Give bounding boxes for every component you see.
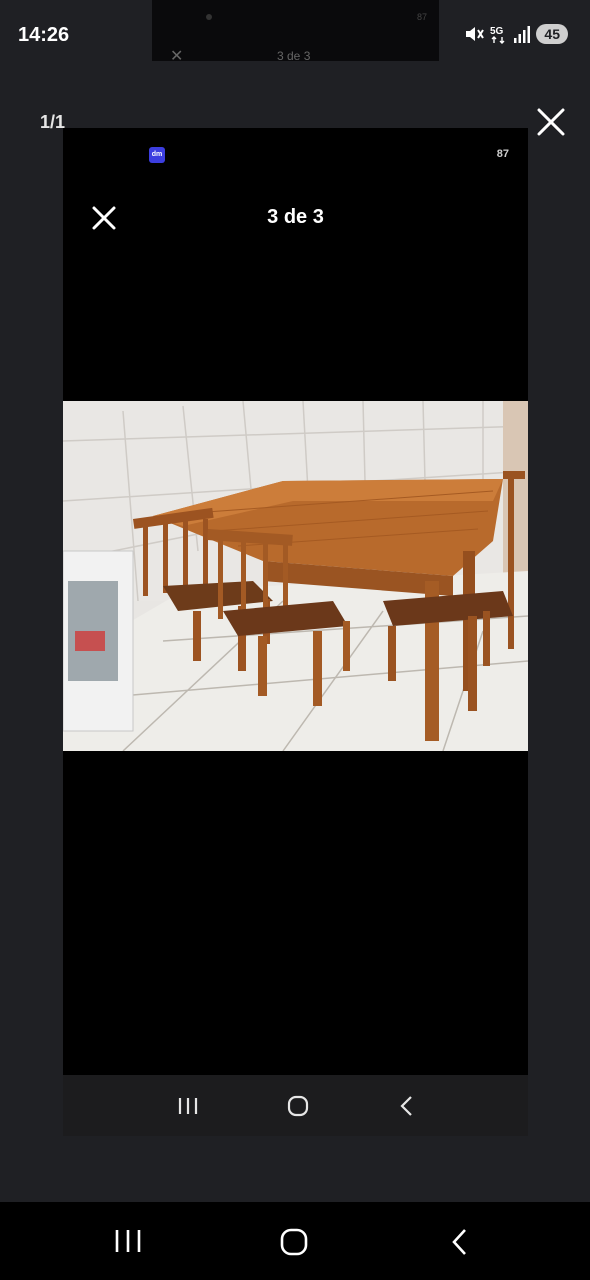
inner-title: 3 de 3 [267,206,324,228]
back-icon [399,1095,412,1116]
battery-indicator: 45 [536,24,568,44]
close-icon [537,108,565,136]
back-icon [452,1229,466,1255]
back-button[interactable] [448,1227,470,1262]
viewer-close-button[interactable] [536,107,566,137]
ghost-counter: 87 [416,12,427,22]
inner-status-bar: dm 87 [63,128,528,168]
status-icons: 5G 45 [464,24,568,44]
inner-navigation-bar [63,1075,528,1136]
background-tab-preview: 87 ✕ 3 de 3 [152,0,439,65]
home-icon [280,1228,308,1256]
signal-icon [514,26,531,43]
system-navigation-bar [0,1202,590,1280]
ghost-title: 3 de 3 [277,49,311,63]
inner-counter: 87 [496,148,509,160]
network-label: 5G [490,26,504,37]
mute-icon [466,27,485,41]
recents-icon [178,1097,197,1114]
page-counter: 1/1 [40,112,66,132]
recents-icon [115,1230,141,1252]
home-button[interactable] [279,1227,309,1262]
status-bar: 87 ✕ 3 de 3 14:26 5G 45 [0,0,590,70]
status-time: 14:26 [18,24,70,46]
app-icon: dm [149,147,165,163]
listing-photo [63,401,528,751]
table-and-chairs-photo [63,401,528,751]
network-5g-icon: 5G [490,26,505,44]
home-icon [287,1095,308,1116]
recents-button[interactable] [113,1228,143,1259]
ghost-icon [206,14,212,20]
screenshot-preview: dm 87 3 de 3 [63,128,528,1136]
ghost-close-icon: ✕ [170,48,184,65]
